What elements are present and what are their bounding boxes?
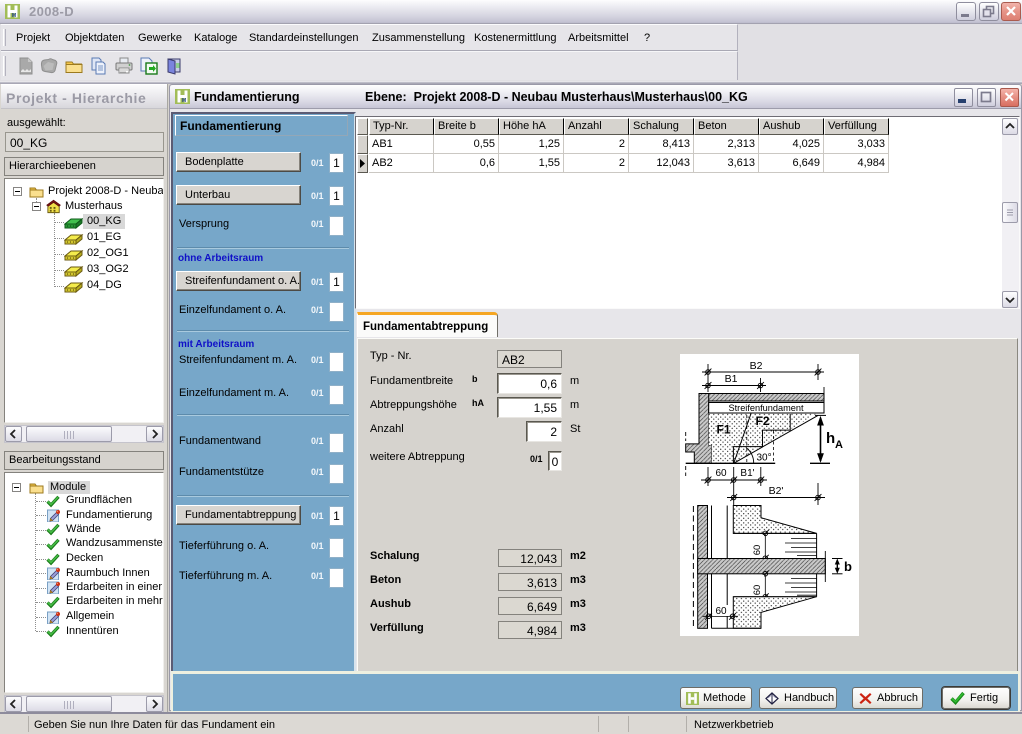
svg-text:60: 60: [752, 545, 763, 556]
svg-text:B1: B1: [725, 373, 738, 385]
svg-text:M: M: [12, 13, 16, 19]
svg-text:Streifenfundament: Streifenfundament: [728, 403, 804, 413]
svg-text:60: 60: [715, 468, 727, 479]
svg-text:h: h: [826, 430, 835, 447]
svg-text:A: A: [835, 439, 843, 451]
svg-text:b: b: [844, 559, 852, 574]
svg-text:B1': B1': [740, 468, 754, 479]
svg-text:30°: 30°: [757, 453, 772, 464]
svg-text:F1: F1: [717, 423, 731, 437]
svg-text:B2: B2: [750, 360, 763, 372]
svg-text:B2': B2': [769, 485, 784, 497]
svg-text:F2: F2: [756, 414, 770, 428]
svg-text:60: 60: [752, 585, 763, 596]
svg-text:60: 60: [715, 606, 727, 617]
svg-text:M: M: [182, 98, 186, 104]
